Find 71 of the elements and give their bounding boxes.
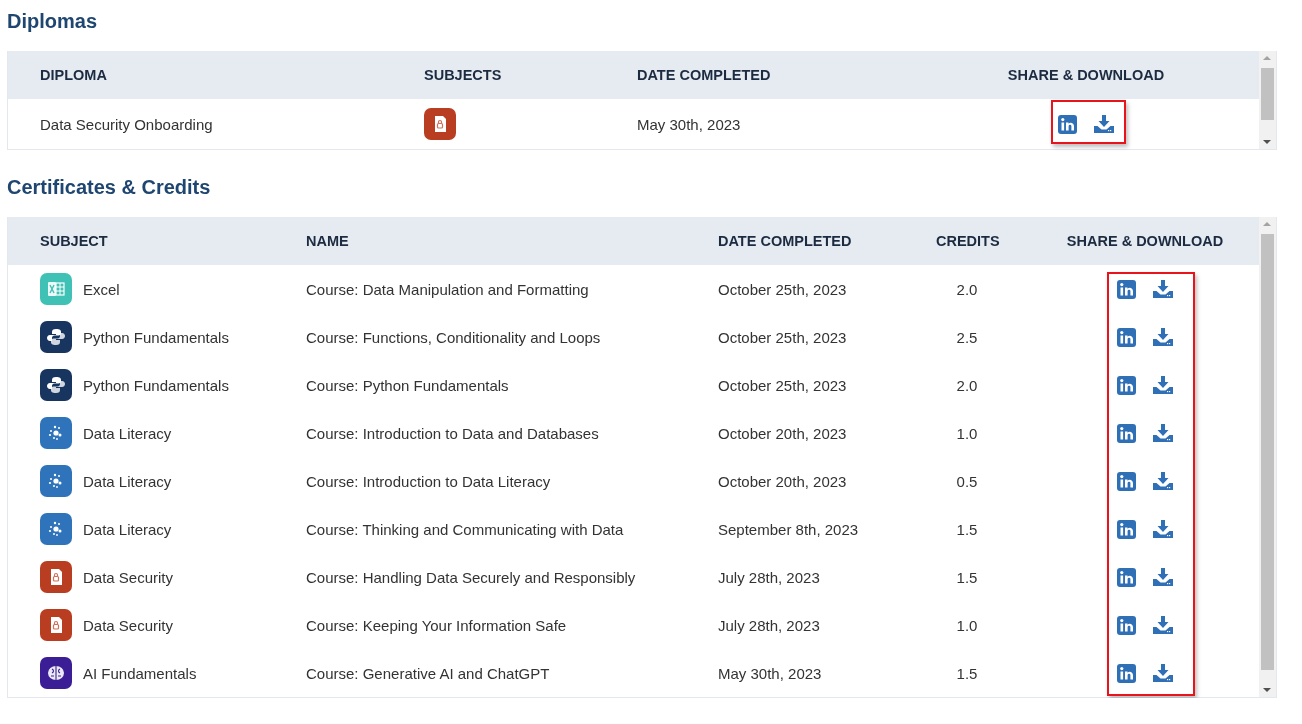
download-icon[interactable] <box>1153 424 1173 442</box>
subject-name: Data Security <box>83 568 174 586</box>
date-completed: October 25th, 2023 <box>718 376 848 394</box>
scrollbar[interactable] <box>1259 51 1276 149</box>
in-logo-icon[interactable] <box>1117 663 1136 683</box>
course-name: Course: Handling Data Securely and Responsibly <box>306 568 637 586</box>
download-icon[interactable] <box>1153 616 1173 634</box>
in-logo-icon[interactable] <box>1117 375 1136 395</box>
date-completed: July 28th, 2023 <box>718 616 821 634</box>
subject-name: AI Fundamentals <box>83 664 197 682</box>
section-title: Diplomas <box>7 9 99 34</box>
subject-name: Excel <box>83 280 120 298</box>
download-icon[interactable] <box>1153 472 1173 490</box>
credits-value: 2.5 <box>955 328 979 346</box>
column-header: SUBJECTS <box>424 67 503 83</box>
in-logo-icon[interactable] <box>1117 615 1136 635</box>
in-logo-icon[interactable] <box>1058 114 1077 134</box>
in-logo-icon[interactable] <box>1117 327 1136 347</box>
subject-name: Python Fundamentals <box>83 328 229 346</box>
credits-value: 1.5 <box>955 520 979 538</box>
course-name: Course: Keeping Your Information Safe <box>306 616 568 634</box>
subject-name: Python Fundamentals <box>83 376 229 394</box>
course-name: Course: Python Fundamentals <box>306 376 510 394</box>
column-header: DIPLOMA <box>40 67 108 83</box>
column-header: DATE COMPLETED <box>637 67 772 83</box>
credits-value: 2.0 <box>955 376 979 394</box>
course-name: Course: Introduction to Data and Databases <box>306 424 600 442</box>
subject-name: Data Security <box>83 616 174 634</box>
course-name: Course: Thinking and Communicating with Data <box>306 520 625 538</box>
credits-value: 1.5 <box>955 568 979 586</box>
date-completed: October 25th, 2023 <box>718 328 848 346</box>
in-logo-icon[interactable] <box>1117 279 1136 299</box>
download-icon[interactable] <box>1153 664 1173 682</box>
in-logo-icon[interactable] <box>1117 567 1136 587</box>
in-logo-icon[interactable] <box>1117 519 1136 539</box>
subject-name: Data Literacy <box>83 424 172 442</box>
column-header: CREDITS <box>936 233 998 249</box>
download-icon[interactable] <box>1094 115 1114 133</box>
credits-value: 2.0 <box>955 280 979 298</box>
course-name: Course: Functions, Conditionality and Loops <box>306 328 602 346</box>
date-completed: May 30th, 2023 <box>718 664 823 682</box>
download-icon[interactable] <box>1153 328 1173 346</box>
column-header: DATE COMPLETED <box>718 233 853 249</box>
credits-value: 1.0 <box>955 616 979 634</box>
column-header: NAME <box>306 233 350 249</box>
download-icon[interactable] <box>1153 280 1173 298</box>
subject-name: Data Literacy <box>83 472 172 490</box>
column-header: SHARE & DOWNLOAD <box>1066 233 1224 249</box>
course-name: Course: Introduction to Data Literacy <box>306 472 552 490</box>
date-completed: October 25th, 2023 <box>718 280 848 298</box>
subject-name: Data Literacy <box>83 520 172 538</box>
credits-value: 1.5 <box>955 664 979 682</box>
credits-value: 1.0 <box>955 424 979 442</box>
date-completed: May 30th, 2023 <box>637 115 742 133</box>
course-name: Course: Generative AI and ChatGPT <box>306 664 551 682</box>
download-icon[interactable] <box>1153 568 1173 586</box>
date-completed: October 20th, 2023 <box>718 424 848 442</box>
diploma-name: Data Security Onboarding <box>40 115 214 133</box>
column-header: SUBJECT <box>40 233 109 249</box>
in-logo-icon[interactable] <box>1117 423 1136 443</box>
download-icon[interactable] <box>1153 520 1173 538</box>
credits-value: 0.5 <box>955 472 979 490</box>
scrollbar[interactable] <box>1259 217 1276 697</box>
date-completed: September 8th, 2023 <box>718 520 860 538</box>
date-completed: October 20th, 2023 <box>718 472 848 490</box>
column-header: SHARE & DOWNLOAD <box>1007 67 1165 83</box>
section-title: Certificates & Credits <box>7 175 212 200</box>
in-logo-icon[interactable] <box>1117 471 1136 491</box>
date-completed: July 28th, 2023 <box>718 568 821 586</box>
download-icon[interactable] <box>1153 376 1173 394</box>
course-name: Course: Data Manipulation and Formatting <box>306 280 590 298</box>
